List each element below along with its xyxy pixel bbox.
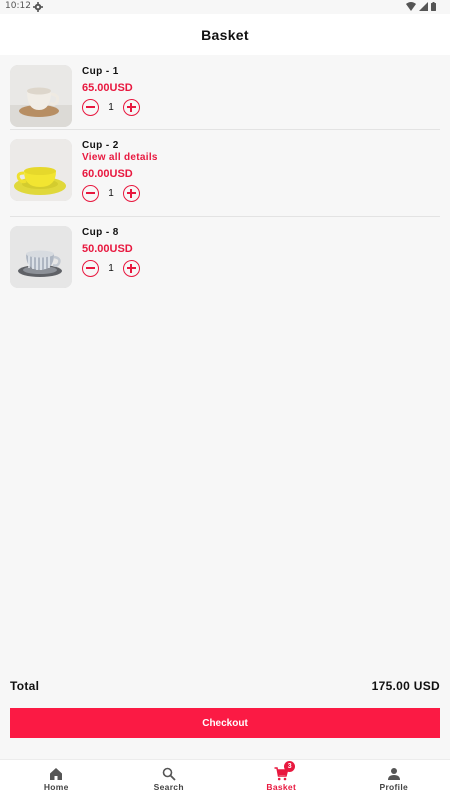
status-bar: 10:12 <box>0 0 450 14</box>
bottom-navigation: Home Search 3 Basket Profile <box>0 759 450 800</box>
quantity-value: 1 <box>108 102 114 113</box>
product-price: 65.00USD <box>82 82 133 94</box>
product-name: Cup - 8 <box>82 227 119 238</box>
nav-item-search[interactable]: Search <box>113 760 226 800</box>
product-price: 60.00USD <box>82 168 133 180</box>
quantity-stepper: 1 <box>82 260 140 277</box>
decrease-quantity-button[interactable] <box>82 260 99 277</box>
total-value: 175.00 USD <box>371 679 440 693</box>
view-details-link[interactable]: View all details <box>82 152 158 163</box>
battery-icon <box>431 2 436 11</box>
checkout-button[interactable]: Checkout <box>10 708 440 738</box>
product-name: Cup - 2 <box>82 140 119 151</box>
product-name: Cup - 1 <box>82 66 119 77</box>
home-icon <box>50 768 63 780</box>
quantity-stepper: 1 <box>82 99 140 116</box>
status-time: 10:12 <box>5 1 31 11</box>
wifi-icon <box>406 2 416 11</box>
nav-label: Home <box>43 782 69 792</box>
signal-icon <box>419 2 428 11</box>
increase-quantity-button[interactable] <box>123 99 140 116</box>
product-image <box>10 65 72 127</box>
cart-count-badge: 3 <box>284 761 296 772</box>
total-label: Total <box>10 679 40 693</box>
increase-quantity-button[interactable] <box>123 185 140 202</box>
quantity-value: 1 <box>108 188 114 199</box>
nav-label: Profile <box>379 782 409 792</box>
decrease-quantity-button[interactable] <box>82 185 99 202</box>
person-icon <box>387 768 400 780</box>
app-bar: Basket <box>0 14 450 55</box>
increase-quantity-button[interactable] <box>123 260 140 277</box>
nav-item-basket[interactable]: 3 Basket <box>225 760 338 800</box>
nav-label: Basket <box>266 782 297 792</box>
page-title: Basket <box>201 27 249 43</box>
product-image <box>10 226 72 288</box>
search-icon <box>162 767 176 781</box>
nav-label: Search <box>153 782 184 792</box>
basket-item[interactable]: Cup - 8 50.00USD 1 <box>10 217 440 297</box>
quantity-stepper: 1 <box>82 185 140 202</box>
decrease-quantity-button[interactable] <box>82 99 99 116</box>
basket-item[interactable]: Cup - 1 65.00USD 1 <box>10 62 440 130</box>
total-row: Total 175.00 USD <box>10 679 440 693</box>
product-price: 50.00USD <box>82 243 133 255</box>
settings-gear-icon <box>33 2 43 12</box>
status-indicators <box>406 2 436 11</box>
basket-list: Cup - 1 65.00USD 1 Cup - 2 View all deta… <box>10 62 440 297</box>
basket-item[interactable]: Cup - 2 View all details 60.00USD 1 <box>10 130 440 217</box>
product-image <box>10 139 72 201</box>
nav-item-home[interactable]: Home <box>0 760 113 800</box>
quantity-value: 1 <box>108 263 114 274</box>
nav-item-profile[interactable]: Profile <box>338 760 450 800</box>
